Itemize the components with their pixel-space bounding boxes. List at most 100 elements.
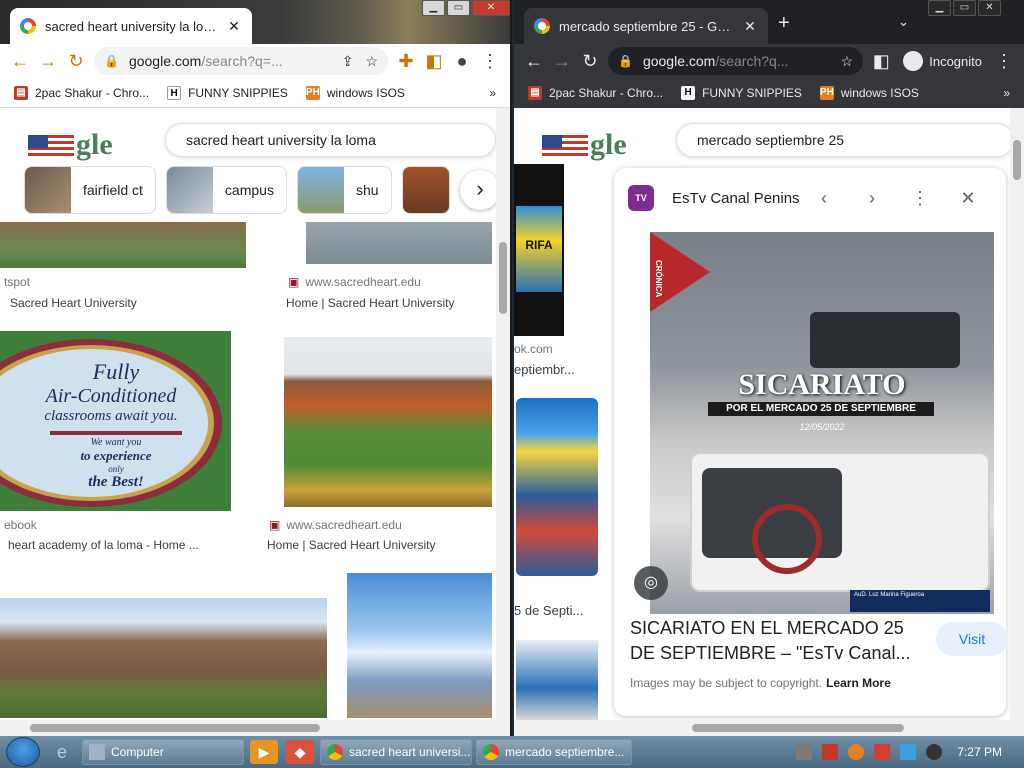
minimize-button[interactable]: ▁ [928,0,951,16]
tray-search-icon[interactable] [848,744,865,760]
right-address-bar[interactable]: 🔒 google.com/search?q... ☆ [608,47,864,75]
bookmark-funny-snippies[interactable]: H FUNNY SNIPPIES [167,85,288,100]
more-bookmarks-icon[interactable]: » [1003,86,1010,100]
bookmark-2pac[interactable]: ▤ 2pac Shakur - Chro... [528,86,663,100]
more-options-icon[interactable]: ⋮ [896,188,944,209]
bookmark-windows-isos[interactable]: PH windows ISOS [305,85,405,100]
strip-banner: RIFA [516,206,562,292]
result-image-3[interactable]: Fully Air-Conditioned classrooms await y… [0,331,231,511]
close-preview-icon[interactable]: ✕ [944,188,992,209]
preview-title[interactable]: SICARIATO EN EL MERCADO 25 DE SEPTIEMBRE… [630,616,930,666]
left-address-bar[interactable]: 🔒 google.com/search?q=... ⇪ ☆ [94,47,388,75]
start-button[interactable] [6,737,40,767]
chip-fairfield-ct[interactable]: fairfield ct [24,166,156,214]
side-panel-icon[interactable]: ◧ [867,51,895,72]
result-image-6[interactable] [347,573,492,718]
menu-icon[interactable]: ⋮ [990,51,1018,72]
close-window-button[interactable]: ✕ [472,0,510,16]
reload-icon[interactable]: ↻ [62,51,90,72]
left-active-tab[interactable]: sacred heart university la loma - ✕ [10,8,252,44]
side-panel-icon[interactable]: ◧ [420,51,448,72]
result-title-1[interactable]: Sacred Heart University [10,296,137,310]
close-window-button[interactable]: ✕ [978,0,1001,16]
tray-volume-icon[interactable] [926,744,943,760]
forward-icon[interactable]: → [548,51,576,72]
strip-title[interactable]: eptiembr... [514,362,575,377]
forward-icon[interactable]: → [34,51,62,72]
chip-more[interactable] [401,166,450,214]
strip-image-1[interactable]: RIFA [514,164,564,336]
new-tab-icon[interactable]: + [778,12,790,35]
close-tab-icon[interactable]: ✕ [226,18,242,35]
scroll-thumb[interactable] [499,242,507,314]
result-title-4[interactable]: Home | Sacred Heart University [267,538,436,552]
media-player-icon[interactable]: ▶ [250,740,278,764]
tab-search-chevron-icon[interactable]: ⌄ [898,14,909,30]
back-icon[interactable]: ← [6,51,34,72]
tray-network-icon[interactable] [796,744,813,760]
preview-site-name[interactable]: EsTv Canal Peninsul... [672,190,800,207]
chip-shu[interactable]: shu [296,166,392,214]
tray-flag-icon[interactable] [874,744,891,760]
strip-source: ok.com [514,342,553,356]
google-lens-icon[interactable]: ◎ [634,566,668,600]
profile-icon[interactable]: ● [448,51,476,72]
taskbar-chrome-sacred-heart[interactable]: sacred heart universi... [320,739,472,765]
extensions-icon[interactable]: ✚ [392,51,420,72]
hero-date: 12/05/2022 [799,422,845,432]
left-vertical-scrollbar[interactable] [496,108,510,720]
google-doodle-logo[interactable]: gle [28,128,113,162]
reload-icon[interactable]: ↻ [576,51,604,72]
tray-antivirus-icon[interactable] [822,744,839,760]
steering-wheel [752,504,822,574]
incognito-indicator[interactable]: Incognito [903,51,982,71]
bookmark-star-icon[interactable]: ☆ [365,53,378,70]
minimize-button[interactable]: ▁ [422,0,445,16]
bookmark-funny-snippies[interactable]: H FUNNY SNIPPIES [681,86,802,100]
preview-hero-image[interactable]: CRÓNICA SICARIATO POR EL MERCADO 25 DE S… [650,232,994,614]
result-image-1[interactable] [0,222,246,268]
scroll-thumb[interactable] [692,724,904,732]
bookmark-star-icon[interactable]: ☆ [841,53,854,70]
strip-title-2[interactable]: 5 de Septi... [514,603,583,618]
left-search-input[interactable]: sacred heart university la loma [165,123,496,157]
maximize-button[interactable]: ▭ [953,0,976,16]
tray-display-icon[interactable] [900,744,917,760]
result-image-5[interactable] [0,598,327,718]
result-title-2[interactable]: Home | Sacred Heart University [286,296,455,310]
taskbar-chrome-mercado[interactable]: mercado septiembre... [476,739,632,765]
poster-line: the Best! [88,474,144,490]
menu-icon[interactable]: ⋮ [476,51,504,72]
left-horizontal-scrollbar[interactable] [0,720,510,736]
previous-arrow-icon[interactable]: ‹ [800,188,848,209]
right-search-input[interactable]: mercado septiembre 25 [676,123,1014,157]
bookmark-windows-isos[interactable]: PH windows ISOS [819,86,919,100]
bookmark-2pac[interactable]: ▤ 2pac Shakur - Chro... [14,85,149,100]
right-horizontal-scrollbar[interactable] [514,720,1024,736]
url-domain: google.com [642,53,716,69]
visit-button[interactable]: Visit [936,622,1008,656]
more-bookmarks-icon[interactable]: » [489,86,496,100]
clock[interactable]: 7:27 PM [957,745,1002,759]
app-icon[interactable]: ◆ [286,740,314,764]
internet-explorer-icon[interactable]: e [48,740,76,764]
next-arrow-icon[interactable]: › [848,188,896,209]
back-icon[interactable]: ← [520,51,548,72]
close-tab-icon[interactable]: ✕ [742,18,758,35]
chips-next-arrow-icon[interactable]: › [460,170,500,210]
right-vertical-scrollbar[interactable] [1010,108,1024,720]
chip-campus[interactable]: campus [165,166,287,214]
result-image-2[interactable] [306,222,492,264]
maximize-button[interactable]: ▭ [447,0,470,16]
scroll-thumb[interactable] [1013,140,1021,180]
share-icon[interactable]: ⇪ [342,53,354,70]
google-doodle-logo[interactable]: gle [542,128,627,162]
result-title-3[interactable]: heart academy of la loma - Home ... [8,538,228,552]
taskbar-computer[interactable]: Computer [82,739,244,765]
strip-image-3[interactable] [516,640,598,720]
strip-image-2[interactable] [516,398,598,576]
scroll-thumb[interactable] [30,724,320,732]
right-active-tab[interactable]: mercado septiembre 25 - Google ✕ [524,8,768,44]
learn-more-link[interactable]: Learn More [826,676,891,690]
result-image-4[interactable] [284,337,492,507]
